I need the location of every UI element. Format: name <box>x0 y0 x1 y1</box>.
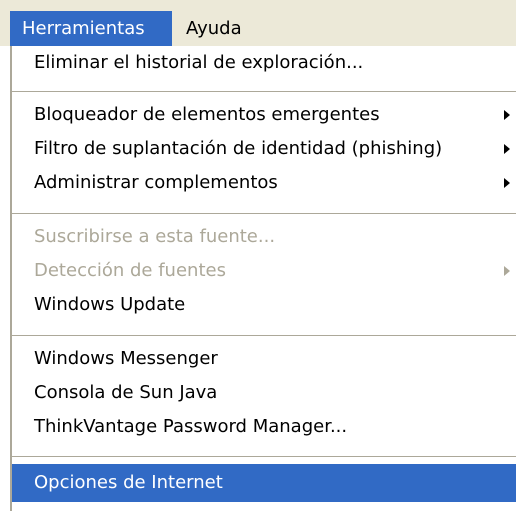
menu-item-label: Suscribirse a esta fuente... <box>34 226 276 247</box>
menu-separator <box>12 91 516 92</box>
menu-item-subscribe-feed: Suscribirse a esta fuente... <box>12 220 516 254</box>
menu-item-windows-update[interactable]: Windows Update <box>12 288 516 322</box>
submenu-arrow-icon <box>504 110 510 120</box>
submenu-arrow-icon <box>504 266 510 276</box>
menu-item-label: Filtro de suplantación de identidad (phi… <box>34 138 443 159</box>
menu-item-popup-blocker[interactable]: Bloqueador de elementos emergentes <box>12 98 516 132</box>
menu-separator <box>12 213 516 214</box>
menu-ayuda[interactable]: Ayuda <box>174 11 254 46</box>
menu-separator <box>12 335 516 336</box>
menu-item-label: Windows Messenger <box>34 348 218 369</box>
menu-item-label: Opciones de Internet <box>34 472 223 493</box>
menu-item-feed-discovery: Detección de fuentes <box>12 254 516 288</box>
menu-item-label: Administrar complementos <box>34 172 278 193</box>
menu-item-windows-messenger[interactable]: Windows Messenger <box>12 342 516 376</box>
menu-item-label: Consola de Sun Java <box>34 382 218 403</box>
menu-item-sun-java-console[interactable]: Consola de Sun Java <box>12 376 516 410</box>
menu-item-label: Detección de fuentes <box>34 260 226 281</box>
tools-dropdown-menu: Eliminar el historial de exploración... … <box>10 46 516 511</box>
menu-item-label: ThinkVantage Password Manager... <box>34 416 348 437</box>
menu-separator <box>12 456 516 457</box>
menu-herramientas[interactable]: Herramientas <box>10 11 172 46</box>
menu-item-thinkvantage-password-manager[interactable]: ThinkVantage Password Manager... <box>12 410 516 444</box>
submenu-arrow-icon <box>504 144 510 154</box>
menu-item-delete-browsing-history[interactable]: Eliminar el historial de exploración... <box>12 46 516 80</box>
menu-item-label: Eliminar el historial de exploración... <box>34 52 364 73</box>
menu-item-manage-addons[interactable]: Administrar complementos <box>12 166 516 200</box>
menu-item-label: Bloqueador de elementos emergentes <box>34 104 380 125</box>
submenu-arrow-icon <box>504 178 510 188</box>
menu-bar: Herramientas Ayuda <box>0 0 516 46</box>
menu-item-label: Windows Update <box>34 294 186 315</box>
menu-item-phishing-filter[interactable]: Filtro de suplantación de identidad (phi… <box>12 132 516 166</box>
menu-item-internet-options[interactable]: Opciones de Internet <box>12 464 516 502</box>
